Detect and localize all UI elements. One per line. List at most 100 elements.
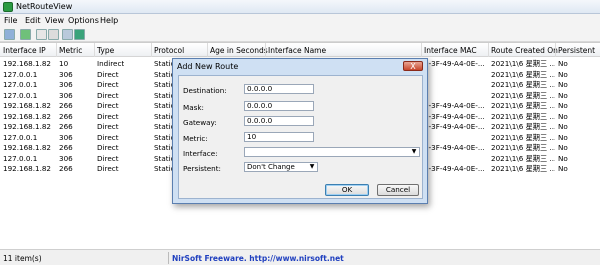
nirsoft-link[interactable]: NirSoft Freeware. http://www.nirsoft.net bbox=[172, 254, 344, 263]
app-icon bbox=[3, 2, 13, 12]
cell-type: Direct bbox=[97, 69, 119, 79]
cell-ip: 192.168.1.82 bbox=[3, 122, 52, 131]
cell-created: 2021\1\6 星期三 ... bbox=[491, 111, 555, 121]
find-icon[interactable] bbox=[62, 29, 73, 40]
cell-metric: 306 bbox=[59, 153, 73, 163]
cell-persistent: No bbox=[558, 111, 568, 121]
cell-type: Direct bbox=[97, 111, 119, 121]
cell-created: 2021\1\6 星期三 ... bbox=[491, 122, 555, 131]
menu-file[interactable]: File bbox=[4, 16, 17, 25]
cell-persistent: No bbox=[558, 69, 568, 79]
col-metric[interactable]: Metric bbox=[59, 46, 82, 55]
dialog-title: Add New Route bbox=[177, 62, 239, 71]
status-divider bbox=[168, 252, 169, 264]
cell-mac: 0-3F-49-A4-0E-... bbox=[424, 164, 485, 173]
cell-ip: 127.0.0.1 bbox=[3, 132, 38, 142]
status-bar: 11 item(s) NirSoft Freeware. http://www.… bbox=[0, 249, 600, 265]
dialog-body: Destination: 0.0.0.0 Mask: 0.0.0.0 Gatew… bbox=[178, 75, 423, 199]
col-protocol[interactable]: Protocol bbox=[154, 46, 184, 55]
col-type[interactable]: Type bbox=[97, 46, 114, 55]
cell-persistent: No bbox=[558, 153, 568, 163]
cell-metric: 306 bbox=[59, 69, 73, 79]
item-count: 11 item(s) bbox=[3, 254, 42, 263]
cancel-button[interactable]: Cancel bbox=[377, 184, 419, 196]
col-interface-ip[interactable]: Interface IP bbox=[3, 46, 46, 55]
cell-metric: 266 bbox=[59, 111, 73, 121]
destination-input[interactable]: 0.0.0.0 bbox=[244, 84, 314, 94]
refresh-icon[interactable] bbox=[20, 29, 31, 40]
cell-type: Direct bbox=[97, 122, 119, 131]
cell-type: Direct bbox=[97, 143, 119, 152]
interface-select[interactable]: ▼ bbox=[244, 147, 420, 157]
cell-created: 2021\1\6 星期三 ... bbox=[491, 90, 555, 100]
cell-created: 2021\1\6 星期三 ... bbox=[491, 164, 555, 173]
cell-mac: 0-3F-49-A4-0E-... bbox=[424, 59, 485, 68]
toolbar bbox=[0, 26, 600, 42]
cell-metric: 306 bbox=[59, 132, 73, 142]
cell-metric: 266 bbox=[59, 164, 73, 173]
cell-persistent: No bbox=[558, 59, 568, 68]
cell-persistent: No bbox=[558, 164, 568, 173]
cell-created: 2021\1\6 星期三 ... bbox=[491, 101, 555, 110]
cell-persistent: No bbox=[558, 143, 568, 152]
cell-type: Direct bbox=[97, 101, 119, 110]
col-interface-mac[interactable]: Interface MAC bbox=[424, 46, 477, 55]
cell-metric: 266 bbox=[59, 143, 73, 152]
cell-ip: 192.168.1.82 bbox=[3, 111, 52, 121]
menu-view[interactable]: View bbox=[45, 16, 64, 25]
save-icon[interactable] bbox=[4, 29, 15, 40]
cell-metric: 266 bbox=[59, 101, 73, 110]
exit-icon[interactable] bbox=[74, 29, 85, 40]
cell-metric: 306 bbox=[59, 90, 73, 100]
ok-button[interactable]: OK bbox=[325, 184, 369, 196]
close-icon[interactable]: X bbox=[403, 61, 423, 71]
cell-ip: 127.0.0.1 bbox=[3, 90, 38, 100]
cell-type: Direct bbox=[97, 164, 119, 173]
cell-persistent: No bbox=[558, 101, 568, 110]
cell-ip: 127.0.0.1 bbox=[3, 80, 38, 89]
cell-mac: 0-3F-49-A4-0E-... bbox=[424, 101, 485, 110]
interface-label: Interface: bbox=[183, 149, 218, 158]
add-route-dialog: Add New Route X Destination: 0.0.0.0 Mas… bbox=[172, 58, 428, 204]
menu-help[interactable]: Help bbox=[100, 16, 118, 25]
cell-persistent: No bbox=[558, 90, 568, 100]
menu-bar: File Edit View Options Help bbox=[0, 14, 600, 26]
cell-persistent: No bbox=[558, 132, 568, 142]
cell-ip: 127.0.0.1 bbox=[3, 69, 38, 79]
cell-created: 2021\1\6 星期三 ... bbox=[491, 59, 555, 68]
cell-type: Indirect bbox=[97, 59, 125, 68]
col-interface-name[interactable]: Interface Name bbox=[268, 46, 326, 55]
cell-ip: 192.168.1.82 bbox=[3, 143, 52, 152]
menu-options[interactable]: Options bbox=[68, 16, 99, 25]
persistent-value: Don't Change bbox=[247, 163, 295, 171]
cell-type: Direct bbox=[97, 132, 119, 142]
menu-edit[interactable]: Edit bbox=[25, 16, 41, 25]
cell-ip: 192.168.1.82 bbox=[3, 164, 52, 173]
metric-label: Metric: bbox=[183, 134, 208, 143]
list-header: Interface IP Metric Type Protocol Age in… bbox=[0, 43, 600, 57]
metric-input[interactable]: 10 bbox=[244, 132, 314, 142]
cell-mac: 0-3F-49-A4-0E-... bbox=[424, 143, 485, 152]
cell-created: 2021\1\6 星期三 ... bbox=[491, 80, 555, 89]
col-persistent[interactable]: Persistent bbox=[558, 46, 595, 55]
col-age[interactable]: Age in Seconds bbox=[210, 46, 268, 55]
chevron-down-icon: ▼ bbox=[309, 163, 315, 170]
properties-icon[interactable] bbox=[48, 29, 59, 40]
persistent-select[interactable]: Don't Change ▼ bbox=[244, 162, 318, 172]
cell-type: Direct bbox=[97, 80, 119, 89]
cell-type: Direct bbox=[97, 153, 119, 163]
cell-created: 2021\1\6 星期三 ... bbox=[491, 143, 555, 152]
persistent-label: Persistent: bbox=[183, 164, 221, 173]
col-route-created[interactable]: Route Created On bbox=[491, 46, 558, 55]
destination-label: Destination: bbox=[183, 86, 227, 95]
gateway-input[interactable]: 0.0.0.0 bbox=[244, 116, 314, 126]
cell-ip: 127.0.0.1 bbox=[3, 153, 38, 163]
cell-metric: 306 bbox=[59, 80, 73, 89]
mask-input[interactable]: 0.0.0.0 bbox=[244, 101, 314, 111]
cell-created: 2021\1\6 星期三 ... bbox=[491, 153, 555, 163]
copy-icon[interactable] bbox=[36, 29, 47, 40]
cell-ip: 192.168.1.82 bbox=[3, 59, 52, 68]
cell-type: Direct bbox=[97, 90, 119, 100]
cell-persistent: No bbox=[558, 122, 568, 131]
chevron-down-icon: ▼ bbox=[411, 148, 417, 155]
